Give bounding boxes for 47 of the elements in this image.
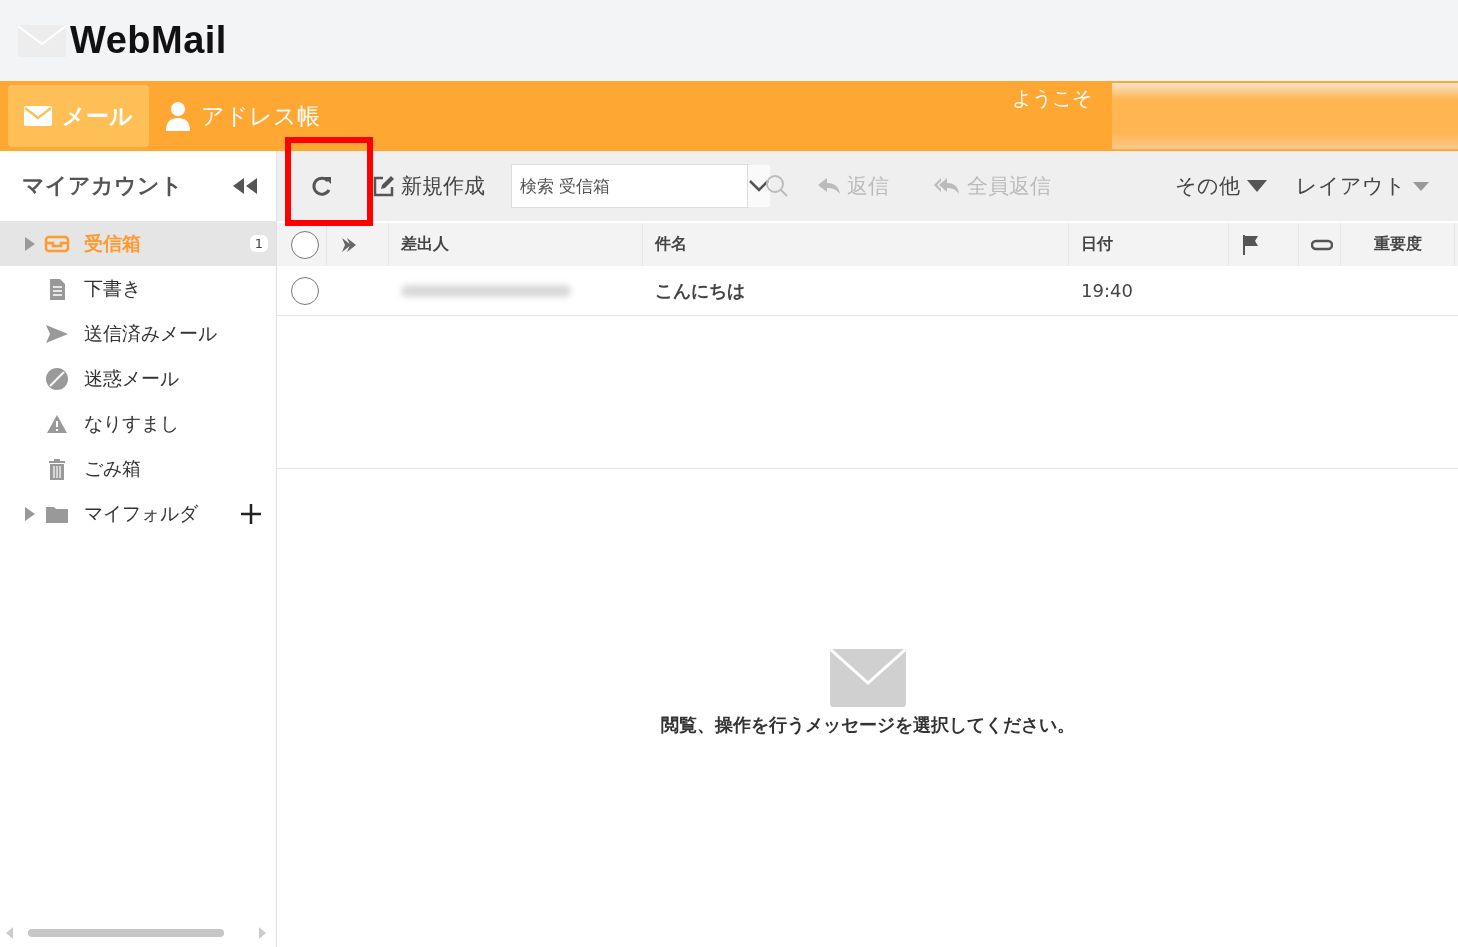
plus-icon bbox=[240, 502, 262, 525]
row-checkbox[interactable] bbox=[291, 276, 319, 305]
envelope-icon bbox=[24, 106, 52, 126]
envelope-icon bbox=[829, 649, 906, 707]
app-logo: WebMail bbox=[70, 19, 227, 62]
person-icon bbox=[165, 101, 191, 131]
layout-menu-button[interactable]: レイアウト bbox=[1284, 166, 1442, 206]
blocked-icon bbox=[44, 366, 70, 391]
sidebar-title: マイアカウント bbox=[22, 172, 183, 200]
message-subject: こんにちは bbox=[655, 278, 745, 303]
unread-count: 1 bbox=[249, 235, 268, 252]
select-all-checkbox[interactable] bbox=[291, 230, 319, 259]
folder-item[interactable]: ごみ箱 bbox=[0, 446, 276, 491]
folder-label: 迷惑メール bbox=[84, 365, 179, 391]
refresh-icon bbox=[311, 175, 333, 197]
folder-item[interactable]: 下書き bbox=[0, 266, 276, 311]
folder-label: 受信箱 bbox=[84, 230, 141, 256]
folder-label: マイフォルダ bbox=[84, 500, 198, 526]
expand-arrow-icon[interactable] bbox=[24, 505, 36, 522]
message-date: 19:40 bbox=[1081, 280, 1133, 301]
search-scope-dropdown[interactable] bbox=[748, 165, 770, 207]
welcome-text: ようこそ bbox=[1012, 85, 1092, 112]
search-icon bbox=[765, 174, 789, 198]
dropdown-triangle-icon bbox=[1412, 180, 1430, 192]
chevron-down-icon bbox=[748, 179, 770, 193]
folder-label: ごみ箱 bbox=[84, 455, 141, 481]
collapse-icon[interactable] bbox=[232, 177, 258, 195]
folder-item[interactable]: 迷惑メール bbox=[0, 356, 276, 401]
dropdown-triangle-icon bbox=[1246, 179, 1268, 193]
flag-icon[interactable] bbox=[1241, 233, 1259, 256]
compose-button[interactable]: 新規作成 bbox=[361, 166, 497, 206]
scrollbar-thumb[interactable] bbox=[28, 929, 224, 937]
edit-icon bbox=[373, 175, 395, 197]
reply-all-icon bbox=[933, 177, 961, 195]
folder-label: 下書き bbox=[84, 275, 141, 301]
folder-item[interactable]: 受信箱 1 bbox=[0, 221, 276, 266]
folder-item[interactable]: 送信済みメール bbox=[0, 311, 276, 356]
folder-item[interactable]: マイフォルダ bbox=[0, 491, 276, 536]
folder-label: なりすまし bbox=[84, 410, 179, 436]
empty-preview-message: 閲覧、操作を行うメッセージを選択してください。 bbox=[660, 713, 1075, 737]
reply-icon bbox=[817, 177, 841, 195]
thread-icon[interactable] bbox=[339, 235, 357, 254]
paperclip-icon[interactable] bbox=[1311, 238, 1333, 251]
folder-item[interactable]: なりすまし bbox=[0, 401, 276, 446]
folder-label: 送信済みメール bbox=[84, 320, 217, 346]
more-menu-button[interactable]: その他 bbox=[1163, 166, 1280, 206]
add-folder-button[interactable] bbox=[240, 502, 262, 525]
